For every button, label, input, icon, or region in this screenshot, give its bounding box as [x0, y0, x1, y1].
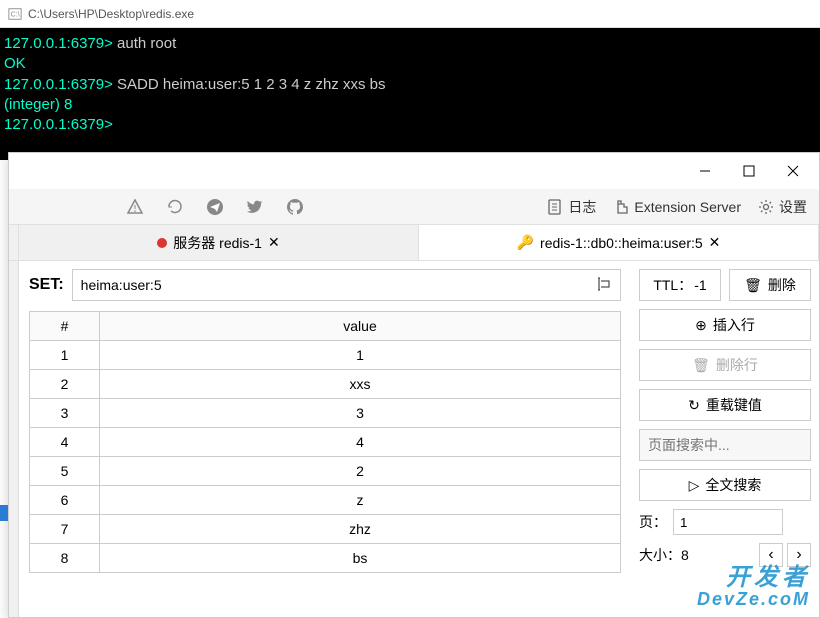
warning-icon[interactable] [126, 198, 144, 216]
terminal-title: C:\Users\HP\Desktop\redis.exe [28, 7, 194, 21]
page-input[interactable] [673, 509, 783, 535]
table-row[interactable]: 8bs [30, 544, 621, 573]
page-search-input[interactable] [639, 429, 811, 461]
page-row: 页： [639, 509, 811, 535]
left-gutter [9, 261, 19, 617]
settings-button[interactable]: 设置 [757, 197, 807, 217]
log-icon [546, 198, 564, 216]
log-label: 日志 [568, 197, 596, 217]
refresh-icon[interactable] [166, 198, 184, 216]
table-row[interactable]: 6z [30, 486, 621, 515]
table-row[interactable]: 52 [30, 457, 621, 486]
insert-label: 插入行 [713, 315, 755, 335]
plus-icon: ⊕ [695, 317, 707, 334]
reload-label: 重载键值 [706, 395, 762, 415]
trash-icon: 🗑 [692, 357, 710, 374]
github-icon[interactable] [286, 198, 304, 216]
key-icon: 🔑 [517, 234, 534, 251]
table-row[interactable]: 11 [30, 341, 621, 370]
col-index: # [30, 312, 100, 341]
extension-server-button[interactable]: Extension Server [612, 198, 741, 216]
window-controls [9, 153, 819, 189]
svg-text:C:\: C:\ [11, 11, 20, 18]
settings-label: 设置 [779, 197, 807, 217]
terminal-titlebar: C:\ C:\Users\HP\Desktop\redis.exe [0, 0, 820, 28]
trash-icon: 🗑 [744, 277, 762, 294]
next-page-button[interactable]: › [787, 543, 811, 567]
insert-row-button[interactable]: ⊕ 插入行 [639, 309, 811, 341]
col-value: value [100, 312, 621, 341]
value-table: # value 112xxs3344526z7zhz8bs [29, 311, 621, 573]
telegram-icon[interactable] [206, 198, 224, 216]
maximize-button[interactable] [727, 156, 771, 186]
play-icon: ▷ [689, 477, 700, 494]
redis-gui-window: 日志 Extension Server 设置 服务器 redis-1 ✕ 🔑 r… [8, 152, 820, 618]
table-row[interactable]: 2xxs [30, 370, 621, 399]
close-button[interactable] [771, 156, 815, 186]
selection-indicator [0, 505, 8, 521]
extension-label: Extension Server [634, 199, 741, 215]
fulltext-label: 全文搜索 [705, 475, 761, 495]
terminal-body[interactable]: 127.0.0.1:6379> auth root OK 127.0.0.1:6… [0, 28, 820, 160]
tab-key[interactable]: 🔑 redis-1::db0::heima:user:5 ✕ [419, 225, 819, 260]
server-icon [157, 238, 167, 248]
table-row[interactable]: 44 [30, 428, 621, 457]
delete-label: 删除 [768, 275, 796, 295]
tabs-bar: 服务器 redis-1 ✕ 🔑 redis-1::db0::heima:user… [9, 225, 819, 261]
table-row[interactable]: 33 [30, 399, 621, 428]
ttl-box[interactable]: TTL： -1 [639, 269, 721, 301]
key-name-text: heima:user:5 [81, 277, 162, 293]
terminal-window: C:\ C:\Users\HP\Desktop\redis.exe 127.0.… [0, 0, 820, 160]
close-icon[interactable]: ✕ [268, 234, 280, 251]
reload-button[interactable]: ↻ 重载键值 [639, 389, 811, 421]
ttl-value: -1 [694, 277, 706, 293]
close-icon[interactable]: ✕ [709, 234, 721, 251]
table-row[interactable]: 7zhz [30, 515, 621, 544]
minimize-button[interactable] [683, 156, 727, 186]
gear-icon [757, 198, 775, 216]
content-area: SET: heima:user:5 # value 112xxs3344526z… [9, 261, 819, 617]
extension-icon [612, 198, 630, 216]
reload-icon: ↻ [688, 397, 700, 414]
main-panel: SET: heima:user:5 # value 112xxs3344526z… [19, 261, 631, 617]
toolbar: 日志 Extension Server 设置 [9, 189, 819, 225]
type-label: SET: [29, 276, 64, 294]
ttl-label: TTL： [653, 275, 692, 295]
delete-row-button[interactable]: 🗑 删除行 [639, 349, 811, 381]
key-name-input[interactable]: heima:user:5 [72, 269, 621, 301]
tabs-left-stub [9, 225, 19, 260]
rename-icon[interactable] [596, 276, 612, 295]
table-body: 112xxs3344526z7zhz8bs [30, 341, 621, 573]
twitter-icon[interactable] [246, 198, 264, 216]
delete-row-label: 删除行 [716, 355, 758, 375]
side-panel: TTL： -1 🗑 删除 ⊕ 插入行 🗑 删除行 ↻ 重载键值 [631, 261, 819, 617]
page-label: 页： [639, 512, 667, 532]
size-text: 大小：8 [639, 545, 689, 565]
delete-key-button[interactable]: 🗑 删除 [729, 269, 811, 301]
prev-page-button[interactable]: ‹ [759, 543, 783, 567]
fulltext-search-button[interactable]: ▷ 全文搜索 [639, 469, 811, 501]
log-button[interactable]: 日志 [546, 197, 596, 217]
tab-server-label: 服务器 redis-1 [173, 233, 262, 253]
size-nav-row: 大小：8 ‹ › [639, 543, 811, 567]
tab-server[interactable]: 服务器 redis-1 ✕ [19, 225, 419, 260]
tab-key-label: redis-1::db0::heima:user:5 [540, 235, 703, 251]
terminal-icon: C:\ [8, 7, 22, 21]
